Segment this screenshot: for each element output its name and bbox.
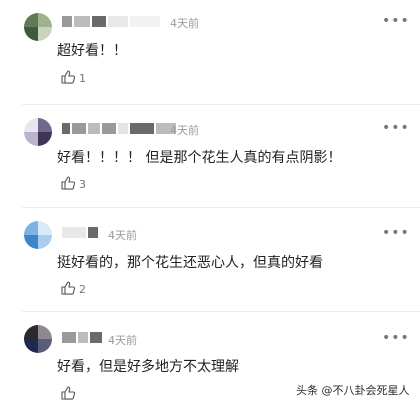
- comment-text: 好看！！！！ 但是那个花生人真的有点阴影！: [57, 150, 342, 166]
- comment-time: 4天前: [170, 17, 199, 30]
- like-button[interactable]: 3: [60, 175, 86, 191]
- username-redacted[interactable]: [62, 225, 98, 239]
- avatar[interactable]: [24, 118, 52, 146]
- thumbs-up-icon: [61, 70, 76, 84]
- more-options-button[interactable]: •••: [382, 13, 410, 29]
- like-count: 3: [79, 178, 86, 191]
- comment-time: 4天前: [108, 229, 137, 242]
- like-count: 2: [79, 283, 86, 296]
- comment-text: 超好看！！: [57, 43, 127, 59]
- username-redacted[interactable]: [62, 330, 102, 344]
- more-options-button[interactable]: •••: [382, 330, 410, 346]
- avatar[interactable]: [24, 221, 52, 249]
- watermark: 头条 @不八卦会死星人: [296, 384, 410, 397]
- like-button[interactable]: [60, 385, 79, 401]
- thumbs-up-icon: [61, 176, 76, 190]
- comment-time: 4天前: [108, 334, 137, 347]
- comment-item: 4天前 ••• 好看！！！！ 但是那个花生人真的有点阴影！ 3: [0, 105, 420, 207]
- like-button[interactable]: 1: [60, 69, 86, 85]
- comment-item: 4天前 ••• 挺好看的，那个花生还恶心人，但真的好看 2: [0, 208, 420, 311]
- more-options-button[interactable]: •••: [382, 120, 410, 136]
- comment-text: 挺好看的，那个花生还恶心人，但真的好看: [57, 255, 323, 271]
- comment-text: 好看，但是好多地方不太理解: [57, 359, 239, 375]
- username-redacted[interactable]: [62, 121, 176, 135]
- comment-time: 4天前: [170, 124, 199, 137]
- more-options-button[interactable]: •••: [382, 225, 410, 241]
- username-redacted[interactable]: [62, 14, 160, 28]
- comment-item: 4天前 ••• 超好看！！ 1: [0, 0, 420, 104]
- like-button[interactable]: 2: [60, 280, 86, 296]
- like-count: 1: [79, 72, 86, 85]
- thumbs-up-icon: [61, 281, 76, 295]
- avatar[interactable]: [24, 325, 52, 353]
- thumbs-up-icon: [61, 386, 76, 400]
- avatar[interactable]: [24, 13, 52, 41]
